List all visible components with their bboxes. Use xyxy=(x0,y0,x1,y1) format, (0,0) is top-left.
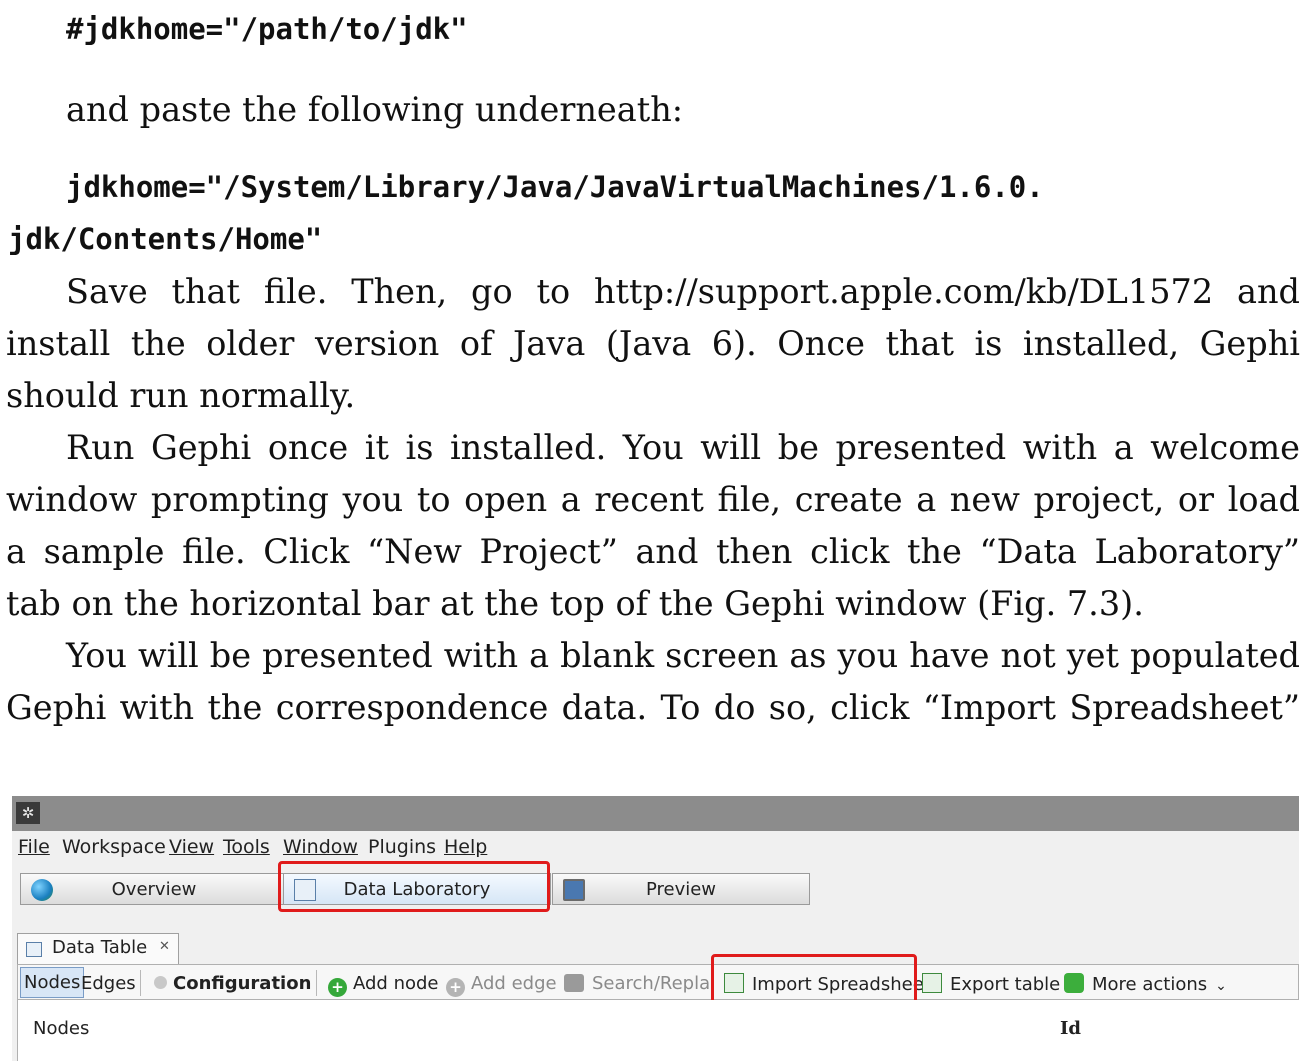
binoculars-icon xyxy=(564,974,584,992)
code-line-jdkhome-part2: jdk/Contents/Home" xyxy=(8,222,323,256)
toolbar-divider xyxy=(140,970,141,996)
more-actions-button[interactable]: More actions ⌄ xyxy=(1064,973,1227,995)
menu-window[interactable]: Window xyxy=(283,836,358,858)
puzzle-icon xyxy=(1064,973,1084,993)
paragraph-3-line-1: You will be presented with a blank scree… xyxy=(66,636,1300,675)
code-line-jdkhome-commented: #jdkhome="/path/to/jdk" xyxy=(66,12,468,46)
menu-help[interactable]: Help xyxy=(444,836,487,858)
paragraph-2-line-2: window prompting you to open a recent fi… xyxy=(6,480,1300,519)
paragraph-2-line-4: tab on the horizontal bar at the top of … xyxy=(6,584,1144,623)
toolbar-divider xyxy=(316,970,317,996)
menu-plugins[interactable]: Plugins xyxy=(368,836,436,858)
configuration-button[interactable]: Configuration xyxy=(154,973,311,994)
paragraph-1-line-2: install the older version of Java (Java … xyxy=(6,324,1300,363)
menu-view[interactable]: View xyxy=(169,836,214,858)
plus-icon: + xyxy=(446,978,465,997)
nodes-toggle[interactable]: Nodes xyxy=(20,967,85,998)
spreadsheet-icon xyxy=(922,973,942,993)
search-replace-label: Search/Replace xyxy=(592,973,712,994)
paragraph-3-line-2: Gephi with the correspondence data. To d… xyxy=(6,688,1300,727)
paragraph-2-line-1: Run Gephi once it is installed. You will… xyxy=(66,428,1300,467)
window-titlebar: ✲ xyxy=(12,796,1299,831)
tab-preview[interactable]: Preview xyxy=(552,873,810,905)
export-table-button[interactable]: Export table xyxy=(922,973,1060,995)
column-header-id[interactable]: Id xyxy=(1060,1018,1081,1039)
menu-tools[interactable]: Tools xyxy=(223,836,270,858)
data-table: Nodes Id xyxy=(17,1000,1299,1061)
add-edge-button[interactable]: + Add edge xyxy=(446,973,557,997)
export-table-label: Export table xyxy=(950,974,1061,995)
add-node-button[interactable]: + Add node xyxy=(328,973,439,997)
plus-icon: + xyxy=(328,978,347,997)
data-table-toolbar: Nodes Edges Configuration + Add node + Add… xyxy=(17,964,1299,1000)
edges-toggle[interactable]: Edges xyxy=(81,973,136,994)
paste-instruction: and paste the following underneath: xyxy=(66,90,684,129)
column-header-nodes[interactable]: Nodes xyxy=(33,1018,89,1039)
menu-file[interactable]: File xyxy=(18,836,50,858)
table-icon xyxy=(26,942,42,957)
panel-tab-label: Data Table xyxy=(52,937,148,958)
gephi-logo-icon: ✲ xyxy=(16,802,40,824)
paragraph-1-line-3: should run normally. xyxy=(6,376,356,415)
add-edge-label: Add edge xyxy=(471,973,557,994)
paragraph-1-line-1: Save that file. Then, go to http://suppo… xyxy=(66,272,1300,311)
gephi-screenshot-figure: ✲ File Workspace View Tools Window Plugi… xyxy=(12,796,1299,1061)
paragraph-2-line-3: a sample file. Click “New Project” and t… xyxy=(6,532,1300,571)
tab-overview-label: Overview xyxy=(111,879,197,900)
configuration-label: Configuration xyxy=(173,973,312,994)
tab-overview[interactable]: Overview xyxy=(20,873,288,905)
more-actions-label: More actions xyxy=(1092,974,1208,995)
add-node-label: Add node xyxy=(353,973,439,994)
search-replace-button[interactable]: Search/Replace xyxy=(564,973,712,994)
close-icon[interactable]: ✕ xyxy=(159,939,170,954)
tab-preview-label: Preview xyxy=(645,879,717,900)
menu-workspace[interactable]: Workspace xyxy=(62,836,166,858)
code-line-jdkhome-part1: jdkhome="/System/Library/Java/JavaVirtua… xyxy=(66,170,1044,204)
highlight-data-laboratory xyxy=(278,861,550,912)
chevron-down-icon: ⌄ xyxy=(1215,978,1227,994)
gear-icon xyxy=(154,976,167,989)
panel-tab-data-table[interactable]: Data Table ✕ xyxy=(17,933,179,964)
